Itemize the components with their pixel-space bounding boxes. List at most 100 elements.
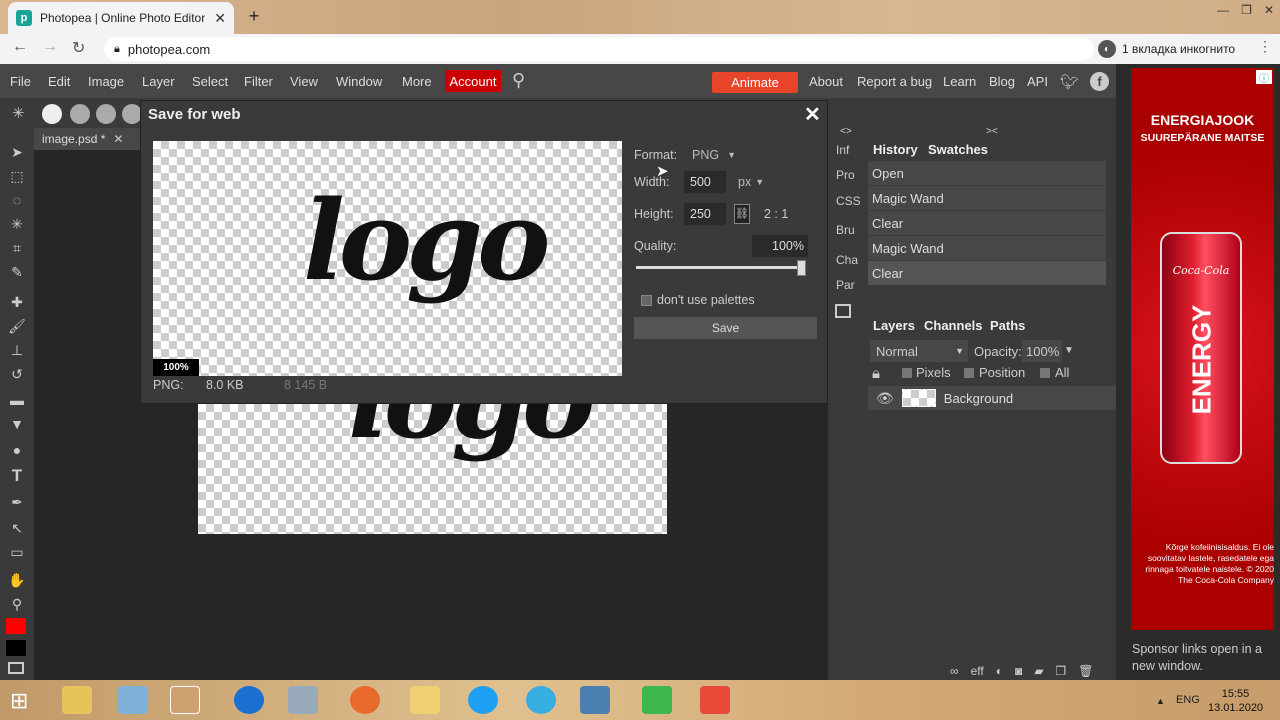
document-canvas[interactable]: logo xyxy=(198,404,667,534)
tab-paths[interactable]: Paths xyxy=(990,318,1025,333)
folder-icon[interactable]: ▰ xyxy=(1034,664,1043,678)
marquee-tool-icon[interactable]: ⬚ xyxy=(7,166,27,186)
eyedropper-tool-icon[interactable]: ✎ xyxy=(7,262,27,282)
account-button[interactable]: Account xyxy=(445,70,501,92)
minimize-icon[interactable]: — xyxy=(1217,3,1229,17)
stamp-tool-icon[interactable]: ⊥ xyxy=(7,340,27,360)
selection-add-icon[interactable] xyxy=(70,104,90,124)
new-tab-button[interactable]: + xyxy=(244,6,264,26)
close-document-icon[interactable]: ✕ xyxy=(113,132,123,146)
effects-icon[interactable]: eff xyxy=(971,664,984,678)
panel-brush-button[interactable]: Bru xyxy=(836,223,855,237)
animate-button[interactable]: Animate xyxy=(712,72,798,93)
width-input[interactable]: 500 xyxy=(684,171,726,193)
foreground-color-swatch[interactable] xyxy=(6,618,26,634)
incognito-badge[interactable]: ◐ 1 вкладка инкогнито xyxy=(1098,40,1235,58)
ad-choices-icon[interactable]: ⓘ xyxy=(1256,70,1272,85)
history-brush-icon[interactable]: ↺ xyxy=(7,364,27,384)
document-tab[interactable]: image.psd * ✕ xyxy=(34,128,140,150)
browser-tab[interactable]: p Photopea | Online Photo Editor ✕ xyxy=(8,2,234,34)
healing-tool-icon[interactable]: ✚ xyxy=(7,292,27,312)
telegram-icon[interactable] xyxy=(526,686,556,714)
dialog-close-icon[interactable]: ✕ xyxy=(804,102,821,127)
panel-info-button[interactable]: Inf xyxy=(836,143,849,157)
panel-paragraph-button[interactable]: Par xyxy=(836,278,855,292)
paint-icon[interactable] xyxy=(288,686,318,714)
menu-dots-icon[interactable]: ⋮ xyxy=(1258,38,1272,55)
link-ratio-icon[interactable]: ⛓ xyxy=(734,204,750,224)
lock-all-checkbox[interactable] xyxy=(1040,368,1050,378)
selection-intersect-icon[interactable] xyxy=(122,104,142,124)
url-field[interactable]: 🔒︎ photopea.com xyxy=(104,37,1094,61)
magic-wand-tool-icon[interactable]: ✳ xyxy=(7,214,27,234)
app-icon[interactable] xyxy=(118,686,148,714)
quality-slider-track[interactable] xyxy=(636,266,806,269)
panel-properties-button[interactable]: Pro xyxy=(836,168,855,182)
pen-tool-icon[interactable]: ✒ xyxy=(7,492,27,512)
background-color-swatch[interactable] xyxy=(6,640,26,656)
type-tool-icon[interactable]: T xyxy=(7,466,27,486)
tab-layers[interactable]: Layers xyxy=(873,318,915,333)
recorder-icon[interactable] xyxy=(700,686,730,714)
tab-swatches[interactable]: Swatches xyxy=(928,142,988,157)
mask-icon[interactable]: ◙ xyxy=(1015,664,1022,678)
history-item[interactable]: Magic Wand xyxy=(868,186,1106,210)
chevron-down-icon[interactable]: ▼ xyxy=(1064,345,1074,356)
lock-pixels-checkbox[interactable] xyxy=(902,368,912,378)
new-layer-icon[interactable]: ❐ xyxy=(1055,664,1066,678)
panel-character-button[interactable]: Cha xyxy=(836,253,858,267)
fill-tool-icon[interactable]: ▼ xyxy=(7,414,27,434)
panel-css-button[interactable]: CSS xyxy=(836,194,861,208)
path-select-icon[interactable]: ↖ xyxy=(7,518,27,538)
link-report-bug[interactable]: Report a bug xyxy=(857,74,932,89)
eraser-tool-icon[interactable]: ▬ xyxy=(7,390,27,410)
link-about[interactable]: About xyxy=(809,74,843,89)
tray-arrow-icon[interactable]: ▲ xyxy=(1156,696,1165,706)
lock-position-checkbox[interactable] xyxy=(964,368,974,378)
skype-icon[interactable] xyxy=(468,686,498,714)
tab-history[interactable]: History xyxy=(873,142,918,157)
blur-tool-icon[interactable]: ● xyxy=(7,440,27,460)
move-tool-icon[interactable]: ➤ xyxy=(7,142,27,162)
link-layers-icon[interactable]: ∞ xyxy=(950,664,959,678)
back-icon[interactable]: ← xyxy=(12,38,28,56)
selection-new-icon[interactable] xyxy=(42,104,62,124)
menu-edit[interactable]: Edit xyxy=(48,74,70,89)
language-indicator[interactable]: ENG xyxy=(1176,694,1200,706)
brush-tool-icon[interactable]: 🖌︎ xyxy=(7,316,27,336)
opacity-input[interactable]: 100% xyxy=(1022,340,1062,362)
menu-layer[interactable]: Layer xyxy=(142,74,175,89)
history-item-current[interactable]: Clear xyxy=(868,261,1106,285)
photos-icon[interactable] xyxy=(580,686,610,714)
forward-icon[interactable]: → xyxy=(42,38,58,56)
menu-select[interactable]: Select xyxy=(192,74,228,89)
zoom-tool-icon[interactable]: ⚲ xyxy=(7,594,27,614)
quality-slider-handle[interactable] xyxy=(797,260,806,276)
link-learn[interactable]: Learn xyxy=(943,74,976,89)
reload-icon[interactable]: ↻ xyxy=(72,38,85,58)
height-input[interactable]: 250 xyxy=(684,203,726,225)
blend-mode-select[interactable]: Normal ▼ xyxy=(870,340,968,362)
save-button[interactable]: Save xyxy=(634,317,817,339)
windows-start-icon[interactable]: ⊞ xyxy=(10,688,28,714)
menu-image[interactable]: Image xyxy=(88,74,124,89)
shape-tool-icon[interactable]: ▭ xyxy=(7,542,27,562)
close-window-icon[interactable]: ✕ xyxy=(1264,3,1274,17)
search-icon[interactable]: ⚲ xyxy=(512,70,525,91)
collapse-arrows-icon[interactable]: >< xyxy=(986,126,998,137)
facebook-icon[interactable]: f xyxy=(1090,72,1109,91)
clock[interactable]: 15:55 13.01.2020 xyxy=(1208,687,1263,715)
firefox-icon[interactable] xyxy=(350,686,380,714)
twitter-icon[interactable]: 🐦︎ xyxy=(1060,73,1079,91)
menu-filter[interactable]: Filter xyxy=(244,74,273,89)
teamviewer-icon[interactable] xyxy=(234,686,264,714)
history-item[interactable]: Magic Wand xyxy=(868,236,1106,260)
unit-select[interactable]: px ▼ xyxy=(732,171,768,193)
explorer-icon[interactable] xyxy=(62,686,92,714)
link-api[interactable]: API xyxy=(1027,74,1048,89)
restore-icon[interactable]: ❐ xyxy=(1241,3,1252,17)
lasso-tool-icon[interactable]: ◌ xyxy=(7,190,27,210)
trash-icon[interactable]: 🗑︎ xyxy=(1078,664,1093,678)
expand-arrows-icon[interactable]: <> xyxy=(840,126,852,137)
history-item[interactable]: Clear xyxy=(868,211,1106,235)
